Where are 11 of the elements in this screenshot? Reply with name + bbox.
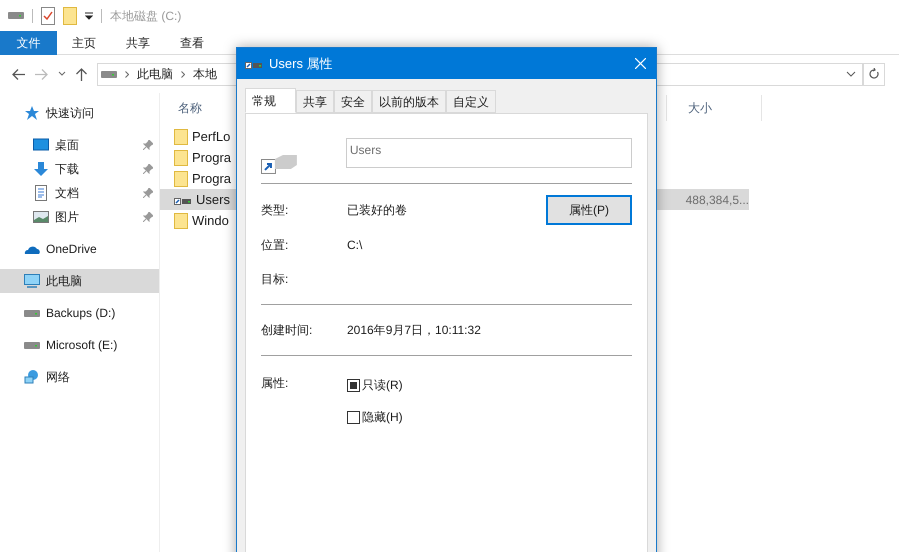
size-cell-text: 488,384,5... xyxy=(686,192,749,208)
window-title: 本地磁盘 (C:) xyxy=(110,8,182,24)
field-value: 已装好的卷 xyxy=(347,202,408,219)
field-value: C:\ xyxy=(347,237,362,254)
field-label: 目标: xyxy=(261,271,290,288)
field-label: 创建时间: xyxy=(261,322,314,339)
field-label: 属性: xyxy=(261,375,290,392)
field-label: 位置: xyxy=(261,237,290,254)
dialog-title: Users 属性 xyxy=(269,54,334,73)
field-value: 2016年9月7日，10:11:32 xyxy=(347,322,481,339)
field-label: 类型: xyxy=(261,202,290,219)
